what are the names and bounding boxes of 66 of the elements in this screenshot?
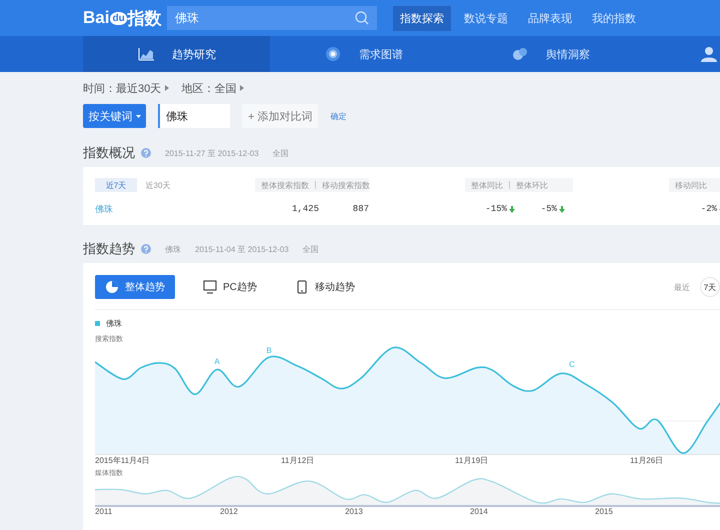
filter-dropdown[interactable]: 时间：最近30天: [83, 80, 170, 96]
search-field[interactable]: 佛珠: [167, 6, 377, 30]
timeline-year: 2011: [95, 507, 112, 516]
timeline-year: 2012: [220, 507, 238, 516]
timeline-year: 2013: [345, 507, 363, 516]
help-icon: [141, 244, 151, 254]
marker-label: B: [266, 346, 272, 355]
keyword-input[interactable]: 佛珠: [158, 104, 230, 128]
confirm-link[interactable]: 确定: [330, 110, 346, 122]
section-title: 指数概况: [83, 144, 135, 162]
value-cell-text: 887: [352, 204, 369, 214]
keyword-label: 佛珠: [165, 244, 181, 254]
tab[interactable]: 需求图谱: [270, 36, 457, 72]
axis-tick-label: 11月19日: [455, 456, 488, 465]
search-icon: [355, 11, 369, 25]
region-label: 全国: [272, 148, 289, 158]
phone-icon: [294, 280, 309, 294]
region-label: 全国: [302, 244, 319, 254]
timeline-year: 2014: [470, 507, 488, 516]
axis-tick-label: 11月12日: [281, 456, 314, 465]
legend-label: 佛珠: [106, 318, 122, 328]
bubbles-icon: [512, 46, 528, 62]
logo-text: 指数: [128, 8, 162, 30]
nav-item[interactable]: 指数探索: [393, 6, 451, 30]
marker-label: A: [214, 357, 220, 366]
timeline-year: 2015: [595, 507, 613, 516]
range-button[interactable]: 7天: [700, 277, 720, 297]
keyword-mode-button[interactable]: 按关键词: [83, 104, 146, 128]
caret-icon: [165, 85, 170, 91]
logo[interactable]: Bai du 指数: [83, 6, 167, 30]
pie-chart-icon: [105, 280, 119, 294]
add-compare-button[interactable]: + 添加对比词: [242, 104, 318, 128]
nav-item[interactable]: 数说专题: [457, 6, 515, 30]
value-cell: -2%: [685, 204, 720, 214]
period-tab[interactable]: 近7天: [95, 178, 137, 192]
keyword-link[interactable]: 佛珠: [95, 202, 255, 216]
column-header: 整体环比: [516, 180, 548, 190]
column-header: 移动同比: [675, 180, 707, 190]
tab[interactable]: 整体趋势: [95, 275, 175, 299]
tab[interactable]: 舆情洞察: [457, 36, 644, 72]
date-range: 2015-11-27 至 2015-12-03: [165, 148, 259, 158]
nav-item[interactable]: 品牌表现: [521, 6, 579, 30]
date-range: 2015-11-04 至 2015-12-03: [195, 244, 289, 254]
value-cell-text: 1,425: [290, 204, 319, 214]
column-header: 整体搜索指数: [261, 180, 309, 190]
area-chart-icon: [138, 46, 154, 62]
value-cell: -5%: [525, 204, 565, 214]
column-header: 整体同比: [471, 180, 503, 190]
range-label: 最近: [674, 282, 690, 292]
tab[interactable]: 趋势研究: [83, 36, 270, 72]
caret-icon: [240, 85, 244, 91]
filter-dropdown[interactable]: 地区：全国: [181, 80, 244, 96]
logo-text: Bai: [83, 8, 110, 28]
axis-tick-label: 11月26日: [630, 456, 664, 465]
nav-item[interactable]: 我的指数: [585, 6, 643, 30]
logo-badge: du: [110, 12, 127, 24]
monitor-icon: [203, 280, 217, 294]
caret-icon: [136, 114, 140, 118]
help-icon: [141, 148, 151, 158]
user-icon[interactable]: [700, 46, 718, 62]
column-header: 移动搜索指数: [322, 180, 370, 190]
value-cell: -15%: [475, 204, 515, 214]
section-title: 指数趋势: [83, 240, 135, 258]
circle-icon: [325, 46, 341, 62]
marker-label: C: [569, 360, 575, 369]
axis-tick-label: 2015年11月4日: [95, 456, 150, 465]
